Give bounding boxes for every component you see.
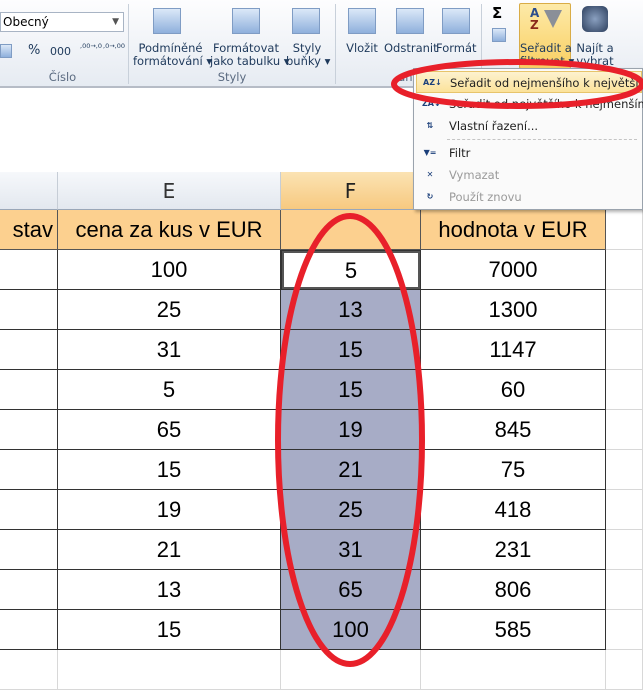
highlight-ellipse-menu-item (391, 59, 643, 109)
annotation-overlay (275, 59, 643, 667)
highlight-ellipse-column-f (275, 213, 425, 667)
